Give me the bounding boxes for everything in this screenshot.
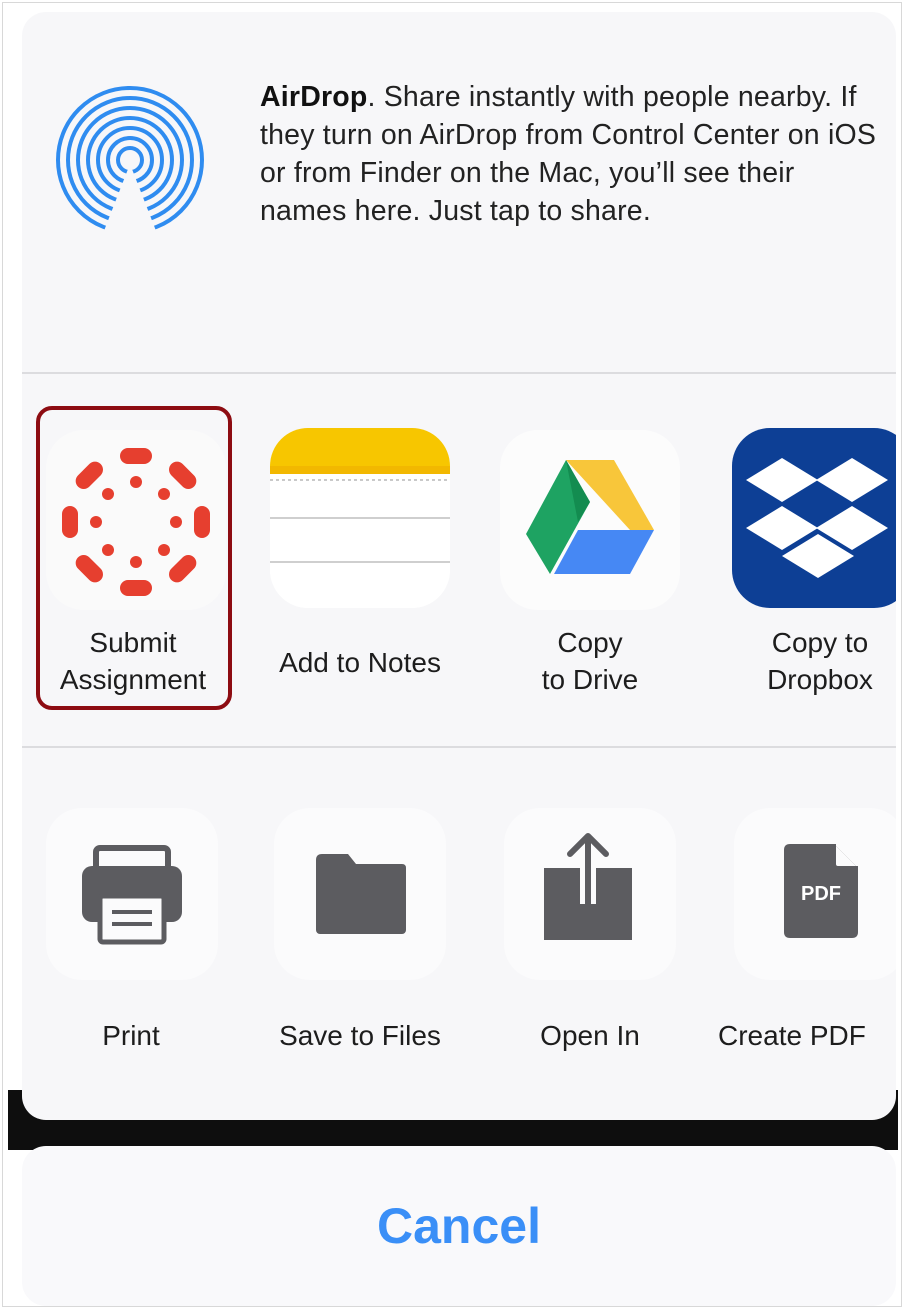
open-in-label[interactable]: Open In: [475, 1018, 705, 1054]
divider-middle: [22, 746, 896, 748]
copy-to-drive-label-line1: Copy: [557, 627, 623, 658]
printer-icon: [82, 845, 182, 945]
google-drive-icon: [526, 460, 654, 574]
screen: AirDrop. Share instantly with people nea…: [0, 0, 906, 1311]
copy-to-dropbox-label-line1: Copy to: [771, 627, 869, 658]
divider-top: [22, 372, 896, 374]
pdf-icon: PDF: [784, 844, 858, 938]
cancel-sheet: Cancel: [22, 1146, 896, 1306]
copy-to-dropbox-app[interactable]: [732, 428, 896, 608]
copy-to-dropbox-label-line2: Dropbox: [767, 664, 873, 695]
open-in-action[interactable]: [504, 808, 676, 980]
pdf-icon-text: PDF: [801, 883, 841, 905]
add-to-notes-app[interactable]: [270, 428, 450, 608]
airdrop-description: AirDrop. Share instantly with people nea…: [260, 78, 880, 230]
add-to-notes-label[interactable]: Add to Notes: [245, 644, 475, 681]
add-to-notes-label-line1: Add to Notes: [279, 647, 441, 678]
create-pdf-label[interactable]: Create PDF: [718, 1018, 896, 1054]
folder-icon: [316, 854, 406, 934]
notes-icon: [270, 428, 450, 608]
copy-to-drive-app[interactable]: [500, 430, 680, 610]
dropbox-icon: [746, 458, 888, 578]
save-to-files-action[interactable]: [274, 808, 446, 980]
cancel-button[interactable]: Cancel: [22, 1146, 896, 1306]
print-label[interactable]: Print: [22, 1018, 246, 1054]
airdrop-section: AirDrop. Share instantly with people nea…: [22, 12, 896, 372]
airdrop-icon: [56, 86, 204, 234]
share-icon: [544, 833, 632, 940]
airdrop-title: AirDrop: [260, 81, 368, 113]
copy-to-dropbox-label[interactable]: Copy to Dropbox: [705, 624, 896, 698]
create-pdf-action[interactable]: PDF: [734, 808, 896, 980]
save-to-files-label[interactable]: Save to Files: [245, 1018, 475, 1054]
submit-assignment-highlight: [36, 406, 232, 710]
copy-to-drive-label-line2: to Drive: [541, 664, 639, 695]
copy-to-drive-label[interactable]: Copy to Drive: [475, 624, 705, 698]
print-action[interactable]: [46, 808, 218, 980]
